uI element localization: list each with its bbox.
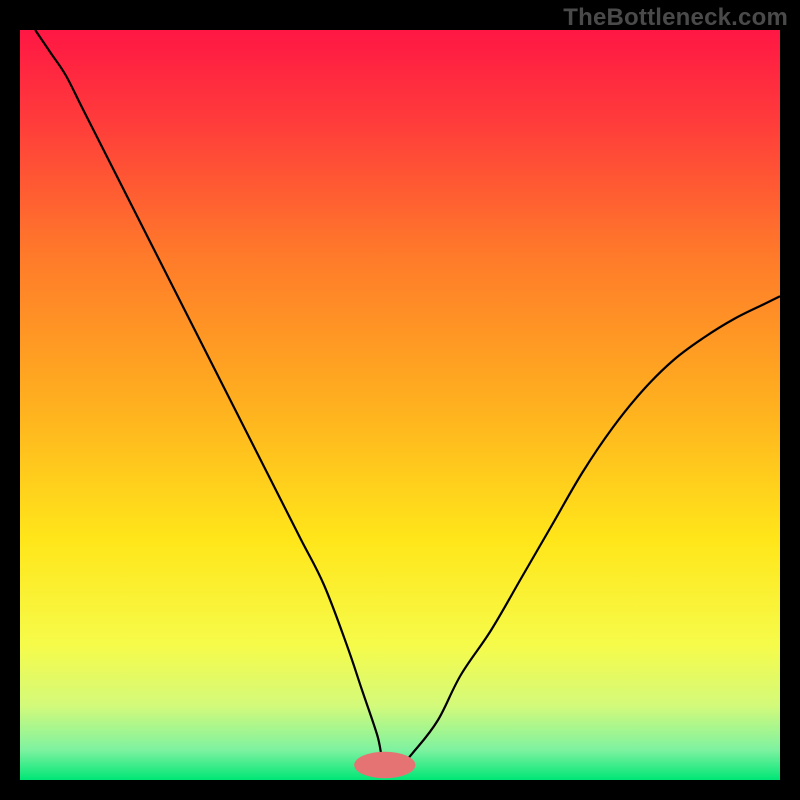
plot-area [20,30,780,780]
watermark-text: TheBottleneck.com [563,4,788,32]
chart-svg [20,30,780,780]
optimal-marker [354,752,415,779]
chart-frame: TheBottleneck.com [0,0,800,800]
gradient-background [20,30,780,780]
